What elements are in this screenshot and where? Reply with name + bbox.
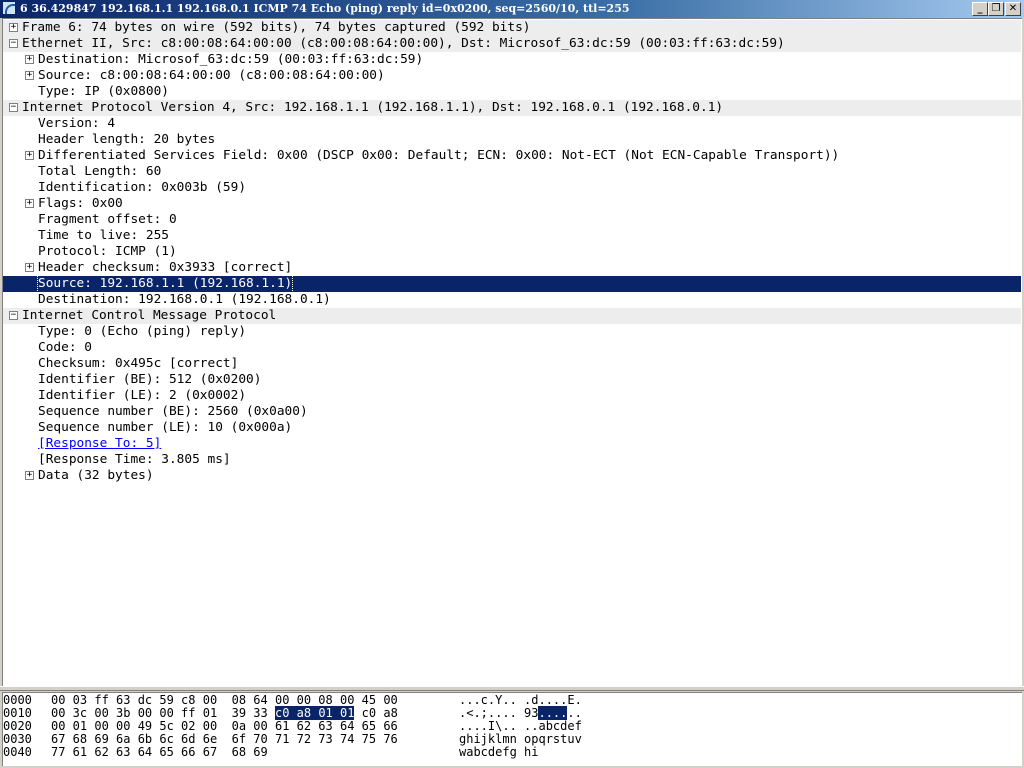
tree-row-label: Destination: Microsof_63:dc:59 (00:03:ff…	[38, 52, 424, 67]
title-bar[interactable]: 6 36.429847 192.168.1.1 192.168.0.1 ICMP…	[0, 0, 1024, 18]
pane-splitter[interactable]	[0, 686, 1024, 691]
tree-row[interactable]: Identification: 0x003b (59)	[3, 180, 1021, 196]
tree-row[interactable]: Identifier (LE): 2 (0x0002)	[3, 388, 1021, 404]
minimize-button[interactable]: _	[972, 2, 988, 16]
tree-row-label: Header checksum: 0x3933 [correct]	[38, 260, 293, 275]
tree-row-label: Identifier (BE): 512 (0x0200)	[38, 372, 262, 387]
tree-row[interactable]: Protocol: ICMP (1)	[3, 244, 1021, 260]
expand-icon[interactable]: +	[25, 471, 34, 480]
tree-row-label: Type: IP (0x0800)	[38, 84, 169, 99]
tree-row[interactable]: + Differentiated Services Field: 0x00 (DS…	[3, 148, 1021, 164]
tree-row-label: Fragment offset: 0	[38, 212, 177, 227]
tree-row[interactable]: Type: IP (0x0800)	[3, 84, 1021, 100]
tree-row[interactable]: + Source: c8:00:08:64:00:00 (c8:00:08:64:…	[3, 68, 1021, 84]
tree-row-label: Identification: 0x003b (59)	[38, 180, 247, 195]
hex-offset: 0040	[3, 745, 32, 759]
tree-row[interactable]: Version: 4	[3, 116, 1021, 132]
tree-row[interactable]: Identifier (BE): 512 (0x0200)	[3, 372, 1021, 388]
maximize-button[interactable]: ❐	[988, 2, 1004, 16]
wireshark-app-icon[interactable]	[2, 1, 16, 15]
tree-row-protocol[interactable]: − Ethernet II, Src: c8:00:08:64:00:00 (c8…	[3, 36, 1021, 52]
tree-row-label: Identifier (LE): 2 (0x0002)	[38, 388, 247, 403]
hex-bytes-text: 67 68 69 6a 6b 6c 6d 6e 6f 70 71 72 73 7…	[51, 732, 398, 746]
hex-bytes-highlight: c0 a8 01 01	[274, 706, 355, 720]
tree-row[interactable]: + Destination: Microsof_63:dc:59 (00:03:f…	[3, 52, 1021, 68]
tree-row-label: Flags: 0x00	[38, 196, 123, 211]
tree-row-label: Type: 0 (Echo (ping) reply)	[38, 324, 247, 339]
tree-row-label: Frame 6: 74 bytes on wire (592 bits), 74…	[22, 20, 531, 35]
tree-row[interactable]: Sequence number (BE): 2560 (0x0a00)	[3, 404, 1021, 420]
hex-ascii-text: wabcdefg hi	[459, 745, 539, 759]
tree-row-protocol[interactable]: + Frame 6: 74 bytes on wire (592 bits), 7…	[3, 20, 1021, 36]
hex-bytes-text: 00 03 ff 63 dc 59 c8 00 08 64 00 00 08 0…	[51, 693, 398, 707]
hex-ascii-text: ghijklmn opqrstuv	[459, 732, 582, 746]
expand-icon[interactable]: +	[25, 71, 34, 80]
tree-row[interactable]: Time to live: 255	[3, 228, 1021, 244]
hex-ascii-text: ..	[567, 706, 582, 720]
tree-row[interactable]: [Response Time: 3.805 ms]	[3, 452, 1021, 468]
tree-row-label: Checksum: 0x495c [correct]	[38, 356, 239, 371]
tree-row[interactable]: Code: 0	[3, 340, 1021, 356]
tree-row[interactable]: Header length: 20 bytes	[3, 132, 1021, 148]
window-title: 6 36.429847 192.168.1.1 192.168.0.1 ICMP…	[20, 2, 630, 15]
tree-row-label: Differentiated Services Field: 0x00 (DSC…	[38, 148, 840, 163]
tree-row-label: Ethernet II, Src: c8:00:08:64:00:00 (c8:…	[22, 36, 785, 51]
tree-row-protocol[interactable]: − Internet Control Message Protocol	[3, 308, 1021, 324]
tree-row-label: Code: 0	[38, 340, 92, 355]
tree-row-label: Source: 192.168.1.1 (192.168.1.1)	[36, 275, 294, 293]
tree-row[interactable]: Destination: 192.168.0.1 (192.168.0.1)	[3, 292, 1021, 308]
tree-row[interactable]: Fragment offset: 0	[3, 212, 1021, 228]
hex-ascii[interactable]: wabcdefg hi	[459, 746, 538, 759]
tree-row-label: Header length: 20 bytes	[38, 132, 216, 147]
hex-ascii-text: ...c.Y.. .d....E.	[459, 693, 582, 707]
collapse-icon[interactable]: −	[9, 103, 18, 112]
expand-icon[interactable]: +	[25, 55, 34, 64]
tree-row[interactable]: + Header checksum: 0x3933 [correct]	[3, 260, 1021, 276]
expand-icon[interactable]: +	[25, 263, 34, 272]
tree-row-label: Protocol: ICMP (1)	[38, 244, 177, 259]
hex-bytes-text: 77 61 62 63 64 65 66 67 68 69	[51, 745, 268, 759]
tree-row[interactable]: + Flags: 0x00	[3, 196, 1021, 212]
tree-row-label: Internet Control Message Protocol	[22, 308, 277, 323]
hex-bytes-text: 00 01 00 00 49 5c 02 00 0a 00 61 62 63 6…	[51, 719, 398, 733]
expand-icon[interactable]: +	[9, 23, 18, 32]
response-to-link[interactable]: [Response To: 5]	[38, 436, 161, 452]
tree-row[interactable]: + Data (32 bytes)	[3, 468, 1021, 484]
wireshark-packet-window: 6 36.429847 192.168.1.1 192.168.0.1 ICMP…	[0, 0, 1024, 768]
packet-bytes-pane[interactable]: 0000 00 03 ff 63 dc 59 c8 00 08 64 00 00 …	[2, 692, 1022, 766]
tree-row[interactable]: Checksum: 0x495c [correct]	[3, 356, 1021, 372]
tree-row-protocol[interactable]: − Internet Protocol Version 4, Src: 192.1…	[3, 100, 1021, 116]
expand-icon[interactable]: +	[25, 151, 34, 160]
tree-row-label: Destination: 192.168.0.1 (192.168.0.1)	[38, 292, 331, 307]
tree-row-selected[interactable]: Source: 192.168.1.1 (192.168.1.1)	[3, 275, 1021, 293]
tree-row-label: Source: c8:00:08:64:00:00 (c8:00:08:64:0…	[38, 68, 385, 83]
tree-row-label: Data (32 bytes)	[38, 468, 154, 483]
tree-row[interactable]: [Response To: 5]	[3, 436, 1021, 452]
hex-bytes-text: 00 3c 00 3b 00 00 ff 01 39 33	[51, 706, 275, 720]
hex-row[interactable]: 0040 77 61 62 63 64 65 66 67 68 69 wabcdef…	[3, 746, 1021, 759]
hex-ascii-highlight: ....	[538, 706, 568, 720]
hex-bytes-text: c0 a8	[354, 706, 398, 720]
collapse-icon[interactable]: −	[9, 311, 18, 320]
tree-row-label: Version: 4	[38, 116, 116, 131]
tree-row-label: Sequence number (BE): 2560 (0x0a00)	[38, 404, 308, 419]
tree-row[interactable]: Total Length: 60	[3, 164, 1021, 180]
tree-row[interactable]: Sequence number (LE): 10 (0x000a)	[3, 420, 1021, 436]
hex-ascii-text: ....I\.. ..abcdef	[459, 719, 582, 733]
tree-row[interactable]: Type: 0 (Echo (ping) reply)	[3, 324, 1021, 340]
expand-icon[interactable]: +	[25, 199, 34, 208]
tree-row-label: Total Length: 60	[38, 164, 162, 179]
collapse-icon[interactable]: −	[9, 39, 18, 48]
tree-row-label: Internet Protocol Version 4, Src: 192.16…	[22, 100, 724, 115]
hex-ascii-text: .<.;.... 93	[459, 706, 539, 720]
packet-details-tree[interactable]: + Frame 6: 74 bytes on wire (592 bits), 7…	[2, 18, 1022, 686]
hex-bytes[interactable]: 77 61 62 63 64 65 66 67 68 69	[51, 746, 268, 759]
tree-row-label: Sequence number (LE): 10 (0x000a)	[38, 420, 293, 435]
tree-row-label: [Response Time: 3.805 ms]	[38, 452, 231, 467]
tree-row-label: Time to live: 255	[38, 228, 169, 243]
close-button[interactable]: ✕	[1005, 2, 1021, 16]
